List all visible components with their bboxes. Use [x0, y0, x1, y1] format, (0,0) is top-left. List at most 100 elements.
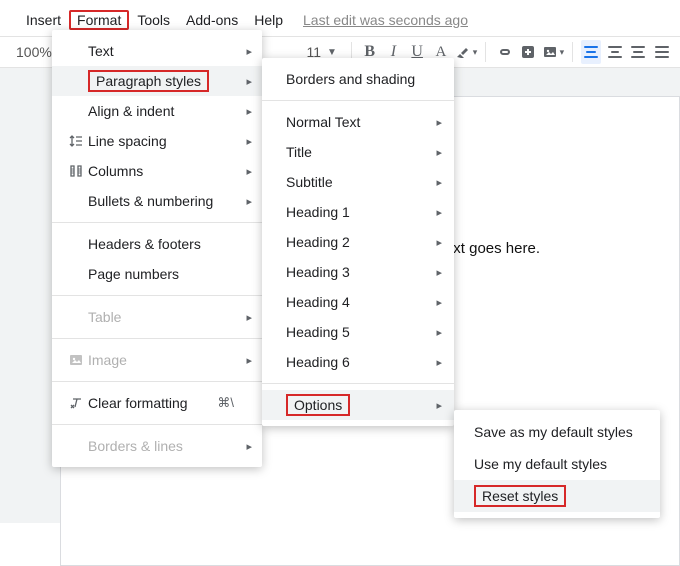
last-edit-label[interactable]: Last edit was seconds ago [303, 12, 468, 28]
options-dropdown: Save as my default styles Use my default… [454, 410, 660, 518]
format-table: Table ▸ [52, 302, 262, 332]
format-align-indent[interactable]: Align & indent ▸ [52, 96, 262, 126]
opt-use-default[interactable]: Use my default styles [454, 448, 660, 480]
image-icon [64, 352, 88, 368]
ps-normal-text[interactable]: Normal Text ▸ [262, 107, 454, 137]
menu-item-label: Clear formatting [88, 395, 217, 411]
menu-divider [52, 222, 262, 223]
chevron-right-icon: ▸ [436, 266, 442, 279]
chevron-right-icon: ▸ [436, 296, 442, 309]
insert-comment-button[interactable] [518, 40, 538, 64]
chevron-right-icon: ▸ [246, 440, 252, 453]
format-bullets-numbering[interactable]: Bullets & numbering ▸ [52, 186, 262, 216]
menu-item-label: Subtitle [286, 174, 438, 190]
chevron-right-icon: ▸ [436, 326, 442, 339]
menu-item-label: Line spacing [88, 133, 246, 149]
chevron-right-icon: ▸ [436, 356, 442, 369]
opt-reset-styles[interactable]: Reset styles [454, 480, 660, 512]
chevron-right-icon: ▸ [246, 135, 252, 148]
menu-divider [52, 295, 262, 296]
clear-formatting-icon [64, 395, 88, 411]
ps-heading-3[interactable]: Heading 3 ▸ [262, 257, 454, 287]
chevron-right-icon: ▸ [246, 105, 252, 118]
chevron-right-icon: ▸ [246, 354, 252, 367]
line-spacing-icon [64, 133, 88, 149]
ps-borders-shading[interactable]: Borders and shading [262, 64, 454, 94]
chevron-right-icon: ▸ [436, 146, 442, 159]
menu-divider [262, 383, 454, 384]
ps-heading-4[interactable]: Heading 4 ▸ [262, 287, 454, 317]
menu-divider [52, 338, 262, 339]
align-right-button[interactable] [629, 40, 649, 64]
menu-item-label: Headers & footers [88, 236, 246, 252]
align-justify-button[interactable] [652, 40, 672, 64]
separator [485, 42, 486, 62]
menu-item-label: Image [88, 352, 246, 368]
menu-help[interactable]: Help [246, 10, 291, 30]
ps-options[interactable]: Options ▸ [262, 390, 454, 420]
align-center-button[interactable] [605, 40, 625, 64]
format-borders-lines: Borders & lines ▸ [52, 431, 262, 461]
menu-tools[interactable]: Tools [129, 10, 178, 30]
menubar: Insert Format Tools Add-ons Help Last ed… [18, 8, 670, 32]
menu-insert[interactable]: Insert [18, 10, 69, 30]
chevron-right-icon: ▸ [436, 236, 442, 249]
ps-subtitle[interactable]: Subtitle ▸ [262, 167, 454, 197]
align-left-button[interactable] [581, 40, 601, 64]
menu-item-label: Heading 3 [286, 264, 438, 280]
menu-item-label: Use my default styles [474, 456, 644, 472]
ps-heading-2[interactable]: Heading 2 ▸ [262, 227, 454, 257]
menu-item-label: Text [88, 43, 246, 59]
menu-item-label: Options [286, 394, 438, 416]
ps-title[interactable]: Title ▸ [262, 137, 454, 167]
menu-addons[interactable]: Add-ons [178, 10, 246, 30]
menu-item-label: Page numbers [88, 266, 246, 282]
menu-item-label: Table [88, 309, 246, 325]
chevron-right-icon: ▸ [436, 116, 442, 129]
menu-format[interactable]: Format [69, 10, 129, 30]
ps-heading-6[interactable]: Heading 6 ▸ [262, 347, 454, 377]
document-body-text[interactable]: xt goes here. [453, 240, 540, 257]
highlight-button[interactable] [455, 40, 478, 64]
format-headers-footers[interactable]: Headers & footers [52, 229, 262, 259]
chevron-right-icon: ▸ [246, 311, 252, 324]
menu-item-label: Borders & lines [88, 438, 246, 454]
menu-item-label: Normal Text [286, 114, 438, 130]
ps-heading-1[interactable]: Heading 1 ▸ [262, 197, 454, 227]
format-columns[interactable]: Columns ▸ [52, 156, 262, 186]
menu-item-label: Paragraph styles [88, 70, 246, 92]
menu-divider [262, 100, 454, 101]
chevron-right-icon: ▸ [246, 165, 252, 178]
opt-save-default[interactable]: Save as my default styles [454, 416, 660, 448]
menu-item-label: Save as my default styles [474, 424, 659, 440]
menu-item-label: Heading 6 [286, 354, 438, 370]
format-paragraph-styles[interactable]: Paragraph styles ▸ [52, 66, 262, 96]
link-icon [496, 44, 512, 60]
ps-heading-5[interactable]: Heading 5 ▸ [262, 317, 454, 347]
separator [572, 42, 573, 62]
zoom-value: 100% [16, 44, 52, 60]
insert-link-button[interactable] [494, 40, 514, 64]
columns-icon [64, 163, 88, 179]
menu-item-label: Align & indent [88, 103, 246, 119]
insert-image-button[interactable] [542, 40, 565, 64]
menu-item-label: Columns [88, 163, 246, 179]
menu-item-label: Reset styles [474, 485, 644, 507]
chevron-right-icon: ▸ [246, 45, 252, 58]
paragraph-styles-dropdown: Borders and shading Normal Text ▸ Title … [262, 58, 454, 426]
menu-divider [52, 381, 262, 382]
chevron-right-icon: ▸ [436, 176, 442, 189]
menu-item-label: Title [286, 144, 438, 160]
image-icon [542, 44, 558, 60]
menu-item-shortcut: ⌘\ [217, 395, 246, 411]
format-image: Image ▸ [52, 345, 262, 375]
format-text[interactable]: Text ▸ [52, 36, 262, 66]
chevron-right-icon: ▸ [246, 195, 252, 208]
menu-divider [52, 424, 262, 425]
chevron-right-icon: ▸ [436, 206, 442, 219]
chevron-right-icon: ▸ [436, 399, 442, 412]
comment-plus-icon [520, 44, 536, 60]
format-clear-formatting[interactable]: Clear formatting ⌘\ [52, 388, 262, 418]
format-line-spacing[interactable]: Line spacing ▸ [52, 126, 262, 156]
format-page-numbers[interactable]: Page numbers [52, 259, 262, 289]
